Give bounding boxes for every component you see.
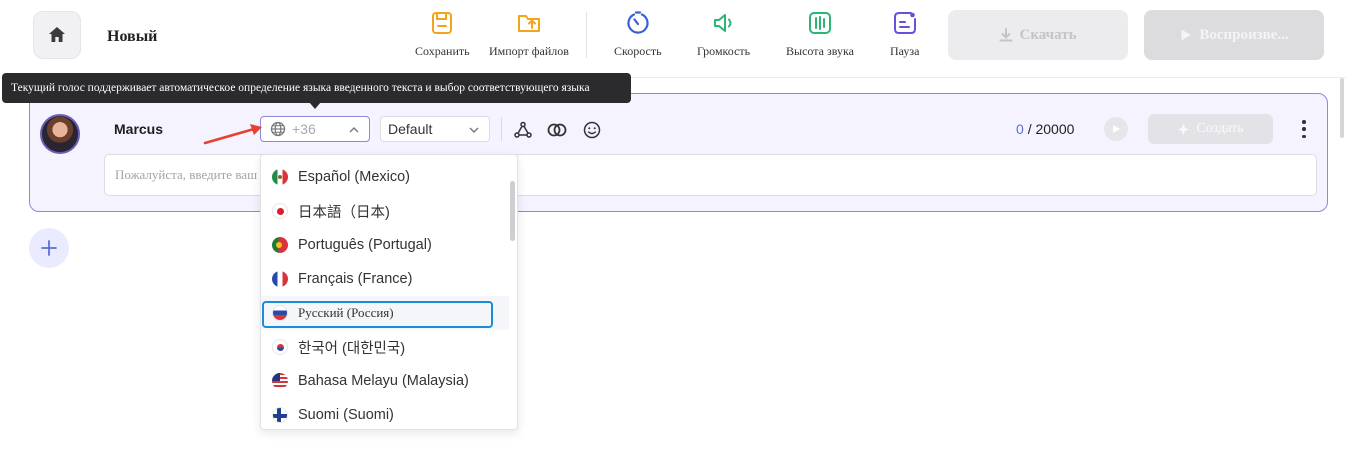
language-option-label: Русский (Россия): [298, 305, 394, 320]
overlap-circles-icon: [547, 123, 567, 137]
language-option-selected[interactable]: Русский (Россия): [261, 296, 509, 330]
voice-style-select[interactable]: Default: [380, 116, 490, 142]
play-icon: [1181, 29, 1192, 41]
volume-tool-button[interactable]: Громкость: [697, 10, 750, 59]
speaker-avatar[interactable]: [40, 114, 80, 154]
mexico-flag-icon: [272, 169, 288, 185]
language-option[interactable]: 日本語（日本): [261, 194, 509, 228]
home-button[interactable]: [33, 11, 81, 59]
folder-import-icon: [517, 15, 540, 32]
import-files-label: Импорт файлов: [489, 44, 569, 58]
character-count-separator: /: [1027, 121, 1032, 137]
sparkle-icon: [1177, 123, 1190, 135]
save-label: Сохранить: [415, 44, 470, 58]
create-label: Создать: [1196, 121, 1244, 136]
emotion-button[interactable]: [580, 118, 604, 142]
language-select[interactable]: +36: [260, 116, 370, 142]
speed-label: Скорость: [614, 44, 662, 58]
volume-label: Громкость: [697, 44, 751, 58]
language-option-label: Français (France): [298, 271, 413, 287]
equalizer-icon: [808, 12, 831, 34]
pause-tool-button[interactable]: Пауза: [890, 10, 919, 59]
plus-icon: [41, 240, 57, 256]
language-count: +36: [292, 121, 316, 137]
create-button[interactable]: Создать: [1148, 114, 1273, 144]
download-button[interactable]: Скачать: [948, 10, 1128, 60]
language-option-label: 日本語（日本): [298, 204, 390, 221]
nodes-icon: [514, 121, 532, 138]
play-all-button[interactable]: Воспроизве...: [1144, 10, 1324, 60]
import-files-button[interactable]: Импорт файлов: [489, 10, 569, 59]
language-option[interactable]: Español (Mexico): [261, 160, 509, 194]
language-option-label: Português (Portugal): [298, 237, 432, 253]
pitch-label: Высота звука: [786, 44, 854, 58]
language-option[interactable]: Suomi (Suomi): [261, 398, 509, 429]
character-counter: 0 / 20000: [1016, 121, 1074, 137]
pause-insert-icon: [893, 12, 916, 34]
segment-play-button[interactable]: [1104, 117, 1128, 141]
play-all-label: Воспроизве...: [1199, 26, 1289, 43]
speed-tool-button[interactable]: Скорость: [614, 10, 662, 59]
france-flag-icon: [272, 271, 288, 287]
pause-label: Пауза: [890, 44, 920, 58]
language-option[interactable]: 한국어 (대한민국): [261, 330, 509, 364]
project-title[interactable]: Новый: [107, 28, 157, 46]
speaker-name[interactable]: Marcus: [114, 121, 163, 137]
toolbar-divider: [586, 12, 587, 58]
portugal-flag-icon: [272, 237, 288, 253]
language-option[interactable]: Bahasa Melayu (Malaysia): [261, 364, 509, 398]
chevron-up-icon: [349, 127, 359, 133]
page-scrollbar[interactable]: [1340, 78, 1344, 466]
character-count-current: 0: [1016, 121, 1024, 137]
korea-flag-icon: [272, 339, 288, 355]
speed-dial-icon: [627, 11, 649, 34]
pitch-tool-button[interactable]: Высота звука: [786, 10, 854, 59]
chevron-down-icon: [469, 127, 479, 133]
add-segment-button[interactable]: [29, 228, 69, 268]
kebab-dot: [1302, 134, 1306, 138]
download-label: Скачать: [1019, 26, 1077, 43]
more-options-button[interactable]: [1298, 117, 1310, 141]
kebab-dot: [1302, 120, 1306, 124]
language-option[interactable]: Français (France): [261, 262, 509, 296]
kebab-dot: [1302, 127, 1306, 131]
play-icon: [1113, 125, 1120, 133]
japan-flag-icon: [272, 203, 288, 219]
language-option-label: Suomi (Suomi): [298, 407, 394, 423]
language-option-label: Español (Mexico): [298, 169, 411, 185]
volume-icon: [713, 14, 732, 32]
tooltip-arrow: [309, 102, 321, 109]
malaysia-flag-icon: [272, 373, 288, 389]
language-tooltip: Текущий голос поддерживает автоматическо…: [2, 73, 631, 103]
language-option[interactable]: Português (Portugal): [261, 228, 509, 262]
language-option-label: 한국어 (대한민국): [298, 340, 406, 357]
finland-flag-icon: [272, 407, 288, 423]
save-tool-button[interactable]: Сохранить: [415, 10, 470, 59]
home-icon: [49, 27, 65, 42]
download-icon: [999, 28, 1013, 42]
blend-voice-button[interactable]: [545, 118, 569, 142]
language-dropdown: Español (Mexico) 日本語（日本) Português (Port…: [260, 154, 518, 430]
top-toolbar: Новый Сохранить Импорт файлов Скорость Г…: [0, 0, 1346, 78]
card-toolbar-divider: [501, 117, 502, 141]
globe-icon: [270, 121, 286, 137]
russia-flag-icon: [272, 305, 288, 321]
save-icon: [432, 12, 453, 34]
dropdown-scrollbar[interactable]: [510, 181, 515, 241]
voice-style-value: Default: [388, 121, 433, 137]
smiley-icon: [583, 121, 601, 139]
language-option-label: Bahasa Melayu (Malaysia): [298, 373, 469, 389]
character-count-max: 20000: [1035, 121, 1075, 137]
multi-voice-button[interactable]: [511, 118, 535, 142]
annotation-arrow-icon: [203, 124, 262, 145]
